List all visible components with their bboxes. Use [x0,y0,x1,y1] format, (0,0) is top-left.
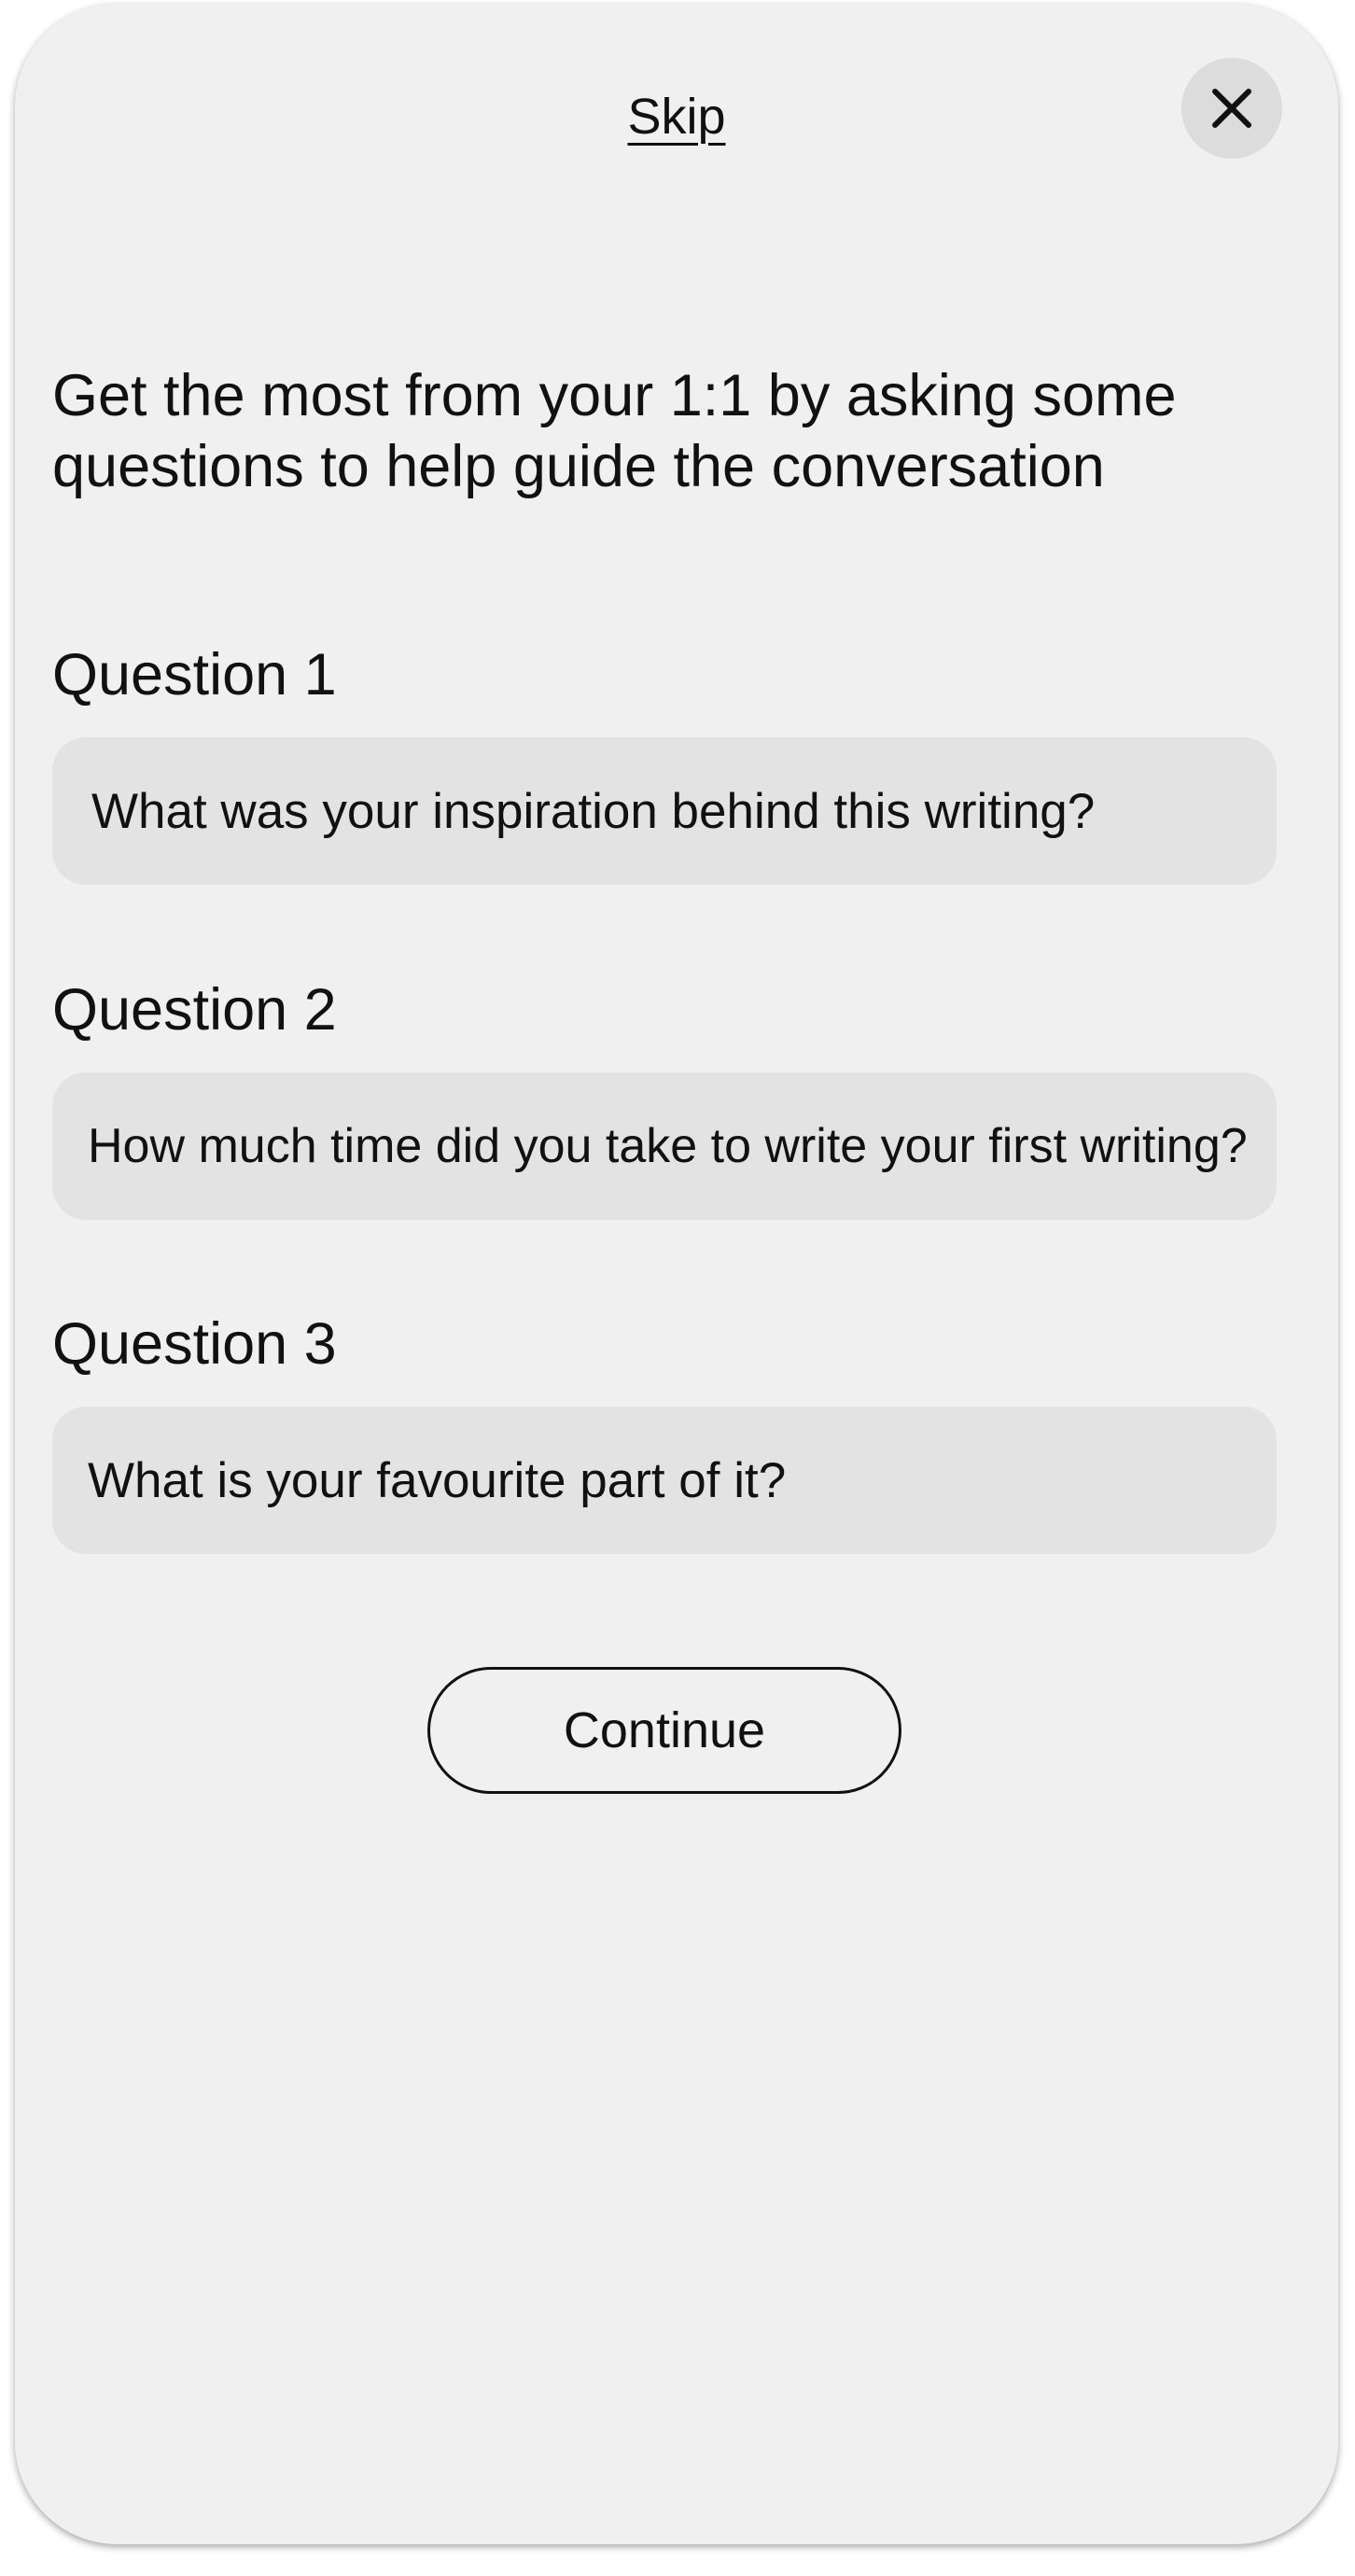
intro-text: Get the most from your 1:1 by asking som… [52,363,1177,499]
question-1-label: Question 1 [52,642,337,707]
skip-link-container: Skip [15,91,1338,142]
question-3-field[interactable]: What is your favourite part of it? [52,1407,1277,1554]
question-3-label: Question 3 [52,1311,337,1377]
skip-link[interactable]: Skip [627,89,725,145]
close-icon [1212,89,1251,128]
continue-button[interactable]: Continue [427,1667,901,1794]
question-2-field[interactable]: How much time did you take to write your… [52,1072,1277,1220]
modal-screen: Skip Get the most from your 1:1 by askin… [15,4,1338,2544]
question-1-field[interactable]: What was your inspiration behind this wr… [52,737,1277,885]
question-2-label: Question 2 [52,977,337,1043]
close-button[interactable] [1181,58,1282,159]
